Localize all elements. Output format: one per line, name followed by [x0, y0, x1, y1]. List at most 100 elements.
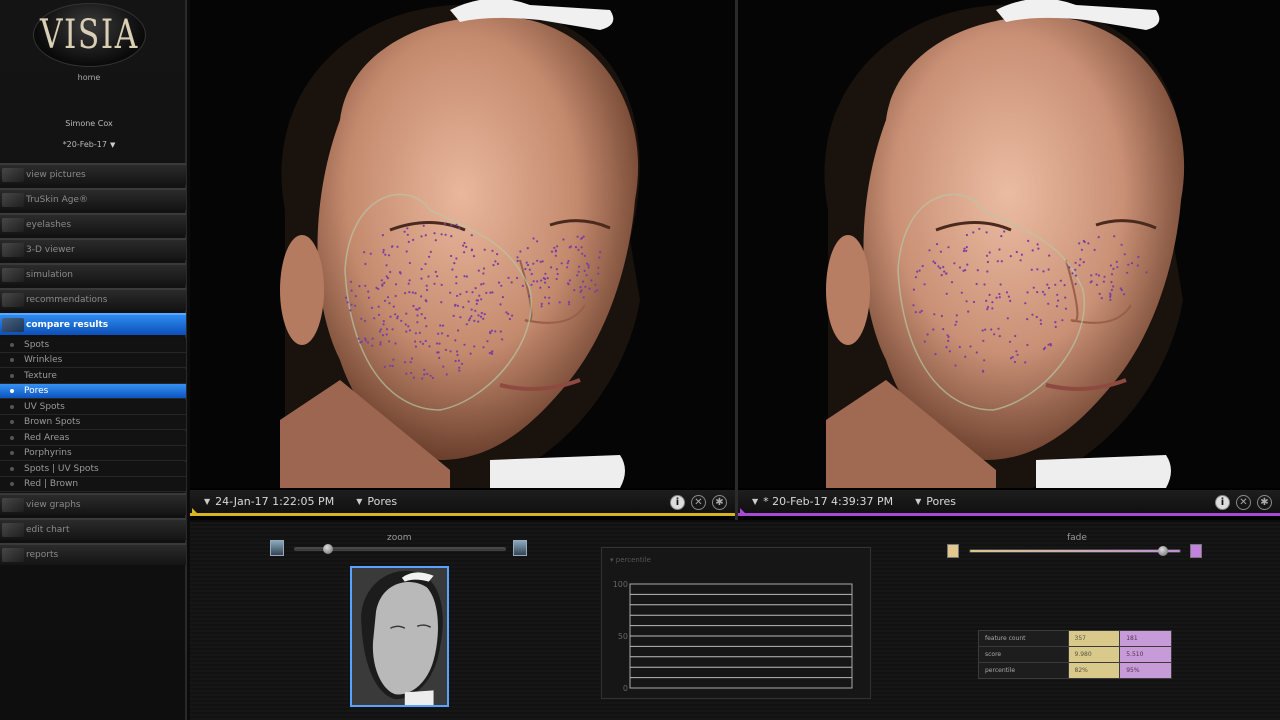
- date-dropdown-icon[interactable]: ▼: [752, 497, 758, 506]
- capture-date-after[interactable]: * 20-Feb-17 4:39:37 PM: [763, 495, 893, 508]
- sub-item-porphyrins[interactable]: Porphyrins: [0, 446, 186, 461]
- nav-item-view-pictures[interactable]: view pictures: [0, 163, 186, 185]
- bullet-icon: [10, 420, 14, 424]
- visia-logo[interactable]: VISIA: [33, 3, 146, 67]
- mode-dropdown-before[interactable]: ▼ Pores: [356, 495, 397, 508]
- pore-marker: [423, 373, 426, 376]
- sub-item-wrinkles[interactable]: Wrinkles: [0, 353, 186, 368]
- capture-date-before[interactable]: 24-Jan-17 1:22:05 PM: [215, 495, 334, 508]
- pore-marker: [972, 231, 975, 234]
- fade-slider-handle[interactable]: [1158, 546, 1168, 556]
- zoom-in-icon[interactable]: [513, 540, 527, 556]
- fade-after-swatch[interactable]: [1190, 544, 1202, 558]
- sub-item-red-areas[interactable]: Red Areas: [0, 431, 186, 446]
- logo-text: VISIA: [40, 12, 139, 58]
- pore-marker: [349, 309, 352, 312]
- nav-item-simulation[interactable]: simulation: [0, 263, 186, 285]
- gear-icon[interactable]: ✱: [712, 495, 727, 510]
- pore-marker: [983, 283, 986, 286]
- fade-before-swatch[interactable]: [947, 544, 959, 558]
- pore-marker: [462, 244, 465, 247]
- pore-marker: [964, 269, 967, 272]
- info-icon[interactable]: i: [670, 495, 685, 510]
- sub-item-pores[interactable]: Pores: [0, 384, 186, 399]
- pore-marker: [1064, 307, 1067, 310]
- pore-marker: [1024, 361, 1027, 364]
- zoom-out-icon[interactable]: [270, 540, 284, 556]
- pore-marker: [923, 283, 926, 286]
- pore-marker: [494, 330, 497, 333]
- sub-item-texture[interactable]: Texture: [0, 369, 186, 384]
- pore-marker: [1016, 353, 1019, 356]
- fade-slider[interactable]: [969, 546, 1181, 556]
- pore-marker: [1109, 292, 1112, 295]
- nav-item-reports[interactable]: reports: [0, 543, 186, 565]
- chevron-down-icon: ▼: [915, 497, 922, 506]
- y-tick-label: 50: [618, 632, 628, 641]
- pore-marker: [443, 222, 446, 225]
- pore-marker: [378, 330, 381, 333]
- pore-marker: [562, 238, 565, 241]
- pore-marker: [544, 281, 547, 284]
- pore-marker: [424, 317, 427, 320]
- nav-item-eyelashes[interactable]: eyelashes: [0, 213, 186, 235]
- pore-marker: [1097, 236, 1100, 239]
- pore-marker: [933, 313, 936, 316]
- info-icon[interactable]: i: [1215, 495, 1230, 510]
- compare-results-icon: [2, 318, 24, 332]
- sub-item-spots-uv-spots[interactable]: Spots | UV Spots: [0, 462, 186, 477]
- pore-marker: [547, 302, 550, 305]
- pore-marker: [581, 252, 584, 255]
- pore-marker: [381, 284, 384, 287]
- close-icon[interactable]: ✕: [1236, 495, 1251, 510]
- pore-marker: [369, 252, 372, 255]
- zoom-slider[interactable]: [294, 544, 506, 554]
- sub-item-brown-spots[interactable]: Brown Spots: [0, 415, 186, 430]
- pore-marker: [420, 313, 423, 316]
- nav-item-label: view graphs: [26, 500, 81, 510]
- sub-item-red-brown[interactable]: Red | Brown: [0, 477, 186, 492]
- zoom-navigator-thumbnail[interactable]: [350, 566, 449, 707]
- gear-icon[interactable]: ✱: [1257, 495, 1272, 510]
- close-icon[interactable]: ✕: [691, 495, 706, 510]
- visit-date-value: *20-Feb-17: [62, 140, 107, 149]
- pore-marker: [945, 272, 948, 275]
- pore-marker: [437, 332, 440, 335]
- visit-date-dropdown[interactable]: *20-Feb-17 ▼: [0, 140, 178, 149]
- nav-item-view-graphs[interactable]: view graphs: [0, 493, 186, 515]
- nav-item-compare-results[interactable]: compare results: [0, 313, 186, 335]
- bullet-icon: [10, 467, 14, 471]
- pore-marker: [465, 323, 468, 326]
- pore-marker: [412, 238, 415, 241]
- pore-marker: [434, 239, 437, 242]
- pore-marker: [363, 319, 367, 322]
- face-photo-before[interactable]: [190, 0, 735, 488]
- nav-item-3d-viewer[interactable]: 3-D viewer: [0, 238, 186, 260]
- pore-marker: [1097, 274, 1101, 277]
- pore-marker: [1003, 230, 1006, 233]
- face-photo-after[interactable]: [738, 0, 1280, 488]
- pore-marker: [455, 275, 458, 278]
- pore-marker: [414, 345, 417, 348]
- pore-marker: [412, 304, 415, 308]
- date-dropdown-icon[interactable]: ▼: [204, 497, 210, 506]
- mode-dropdown-after[interactable]: ▼ Pores: [915, 495, 956, 508]
- pore-marker: [950, 281, 954, 284]
- nav-item-truskin-age[interactable]: TruSkin Age®: [0, 188, 186, 210]
- home-link[interactable]: home: [0, 73, 178, 82]
- nav-item-edit-chart[interactable]: edit chart: [0, 518, 186, 540]
- nav-item-label: simulation: [26, 270, 73, 280]
- sub-item-uv-spots[interactable]: UV Spots: [0, 400, 186, 415]
- pore-marker: [455, 282, 458, 285]
- pore-marker: [546, 277, 549, 280]
- nav-item-recommendations[interactable]: recommendations: [0, 288, 186, 310]
- pore-marker: [580, 246, 583, 249]
- pore-marker: [1137, 255, 1140, 258]
- bullet-icon: [10, 343, 14, 347]
- zoom-slider-handle[interactable]: [323, 544, 333, 554]
- before-value: 9.980: [1067, 646, 1121, 663]
- pore-marker: [943, 270, 946, 273]
- pore-marker: [1109, 295, 1112, 298]
- sub-item-spots[interactable]: Spots: [0, 338, 186, 353]
- pore-marker: [914, 311, 917, 314]
